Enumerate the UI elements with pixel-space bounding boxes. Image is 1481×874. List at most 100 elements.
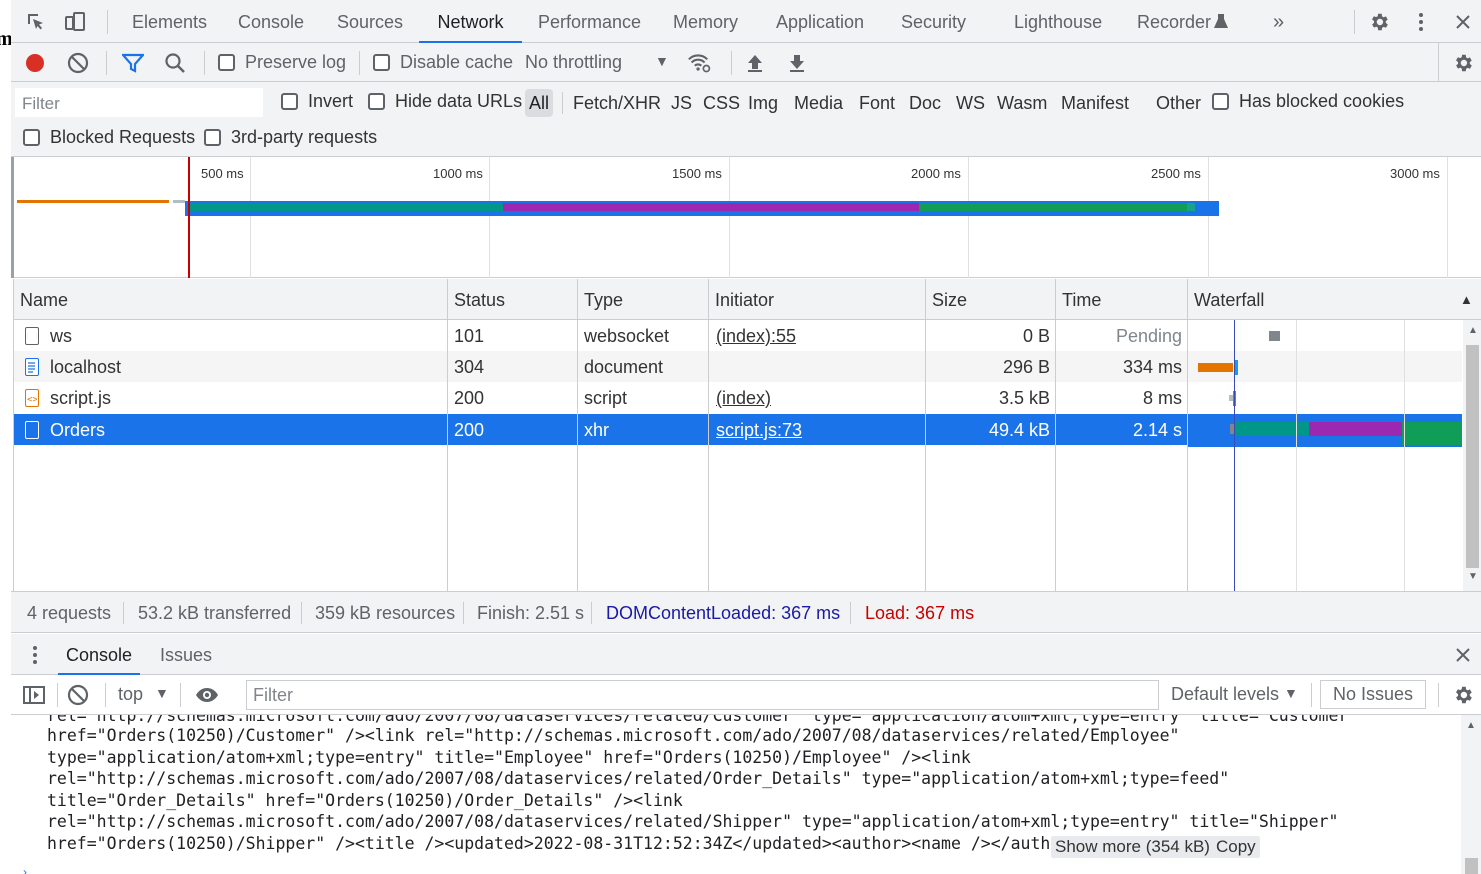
console-filter-input[interactable]: Filter (246, 680, 1159, 710)
console-output[interactable]: rel="http://schemas.microsoft.com/ado/20… (11, 715, 1481, 874)
console-settings-gear-icon[interactable] (1451, 683, 1475, 707)
tab-console[interactable]: Console (238, 0, 304, 43)
network-request-table: Name Status Type Initiator Size Time Wat… (13, 279, 1481, 591)
type-filter-doc[interactable]: Doc (909, 89, 941, 117)
console-scrollbar-thumb[interactable] (1465, 858, 1478, 874)
type-filter-manifest[interactable]: Manifest (1061, 89, 1129, 117)
hide-data-urls-checkbox[interactable] (368, 93, 385, 110)
drawer-tab-console[interactable]: Console (58, 634, 140, 675)
column-header-type[interactable]: Type (578, 279, 623, 320)
type-filter-fetch-xhr[interactable]: Fetch/XHR (573, 89, 661, 117)
network-settings-gear-icon[interactable] (1451, 51, 1475, 75)
invert-checkbox[interactable] (281, 93, 298, 110)
inspect-element-icon[interactable] (24, 10, 48, 34)
blocked-requests-checkbox[interactable] (23, 129, 40, 146)
table-row[interactable]: localhost 304 document 296 B 334 ms (14, 351, 1462, 382)
column-header-waterfall[interactable]: Waterfall (1188, 279, 1264, 320)
type-filter-css[interactable]: CSS (703, 89, 740, 117)
tab-network[interactable]: Network (419, 0, 522, 43)
tab-memory[interactable]: Memory (673, 0, 738, 43)
summary-resources: 359 kB resources (315, 603, 456, 623)
scroll-down-icon[interactable]: ▼ (1468, 571, 1478, 582)
overview-gridline (489, 157, 490, 278)
log-levels-select[interactable]: Default levels (1171, 684, 1279, 705)
type-filter-font[interactable]: Font (859, 89, 895, 117)
table-row-selected[interactable]: Orders 200 xhr script.js:73 49.4 kB 2.14… (14, 414, 1188, 445)
has-blocked-cookies-checkbox[interactable] (1212, 93, 1229, 110)
column-header-time[interactable]: Time (1056, 279, 1101, 320)
third-party-requests-checkbox[interactable] (204, 129, 221, 146)
clear-console-icon[interactable] (66, 683, 90, 707)
type-filter-img[interactable]: Img (748, 89, 778, 117)
type-filter-wasm[interactable]: Wasm (997, 89, 1047, 117)
sidebar-toggle-icon[interactable] (22, 683, 46, 707)
column-header-name[interactable]: Name (14, 279, 68, 320)
levels-dropdown-icon: ▼ (1284, 685, 1298, 701)
timeline-overview[interactable]: 500 ms 1000 ms 1500 ms 2000 ms 2500 ms 3… (11, 157, 1481, 278)
drawer-tab-issues[interactable]: Issues (160, 634, 212, 675)
console-log-line: rel="http://schemas.microsoft.com/ado/20… (47, 769, 1230, 788)
row-initiator-link[interactable]: (index) (710, 382, 771, 413)
script-icon: <> (25, 389, 39, 407)
network-conditions-icon[interactable] (687, 51, 711, 75)
filter-funnel-icon[interactable] (121, 51, 145, 75)
copy-button[interactable]: Copy (1212, 836, 1260, 858)
scroll-up-icon[interactable]: ▲ (1468, 325, 1478, 336)
overview-gridline (250, 157, 251, 278)
context-selector[interactable]: top (118, 684, 143, 705)
column-header-status[interactable]: Status (448, 279, 505, 320)
tab-elements[interactable]: Elements (132, 0, 207, 43)
throttling-select[interactable]: No throttling (525, 52, 622, 73)
tab-recorder[interactable]: Recorder (1137, 0, 1211, 43)
disable-cache-checkbox[interactable] (373, 54, 390, 71)
row-initiator-link[interactable]: script.js:73 (710, 414, 802, 445)
table-scrollbar[interactable]: ▲ ▼ (1463, 320, 1481, 591)
console-scrollbar[interactable]: ▲ (1461, 715, 1481, 874)
invert-label: Invert (308, 91, 354, 111)
issues-counter-button[interactable]: No Issues (1320, 680, 1427, 709)
clear-icon[interactable] (66, 51, 90, 75)
waterfall-bar (1198, 363, 1233, 372)
type-filter-ws[interactable]: WS (956, 89, 985, 117)
tab-security[interactable]: Security (901, 0, 966, 43)
device-toolbar-icon[interactable] (63, 10, 87, 34)
type-filter-js[interactable]: JS (671, 89, 692, 117)
column-header-initiator[interactable]: Initiator (709, 279, 774, 320)
type-filter-media[interactable]: Media (794, 89, 843, 117)
waterfall-bar-waiting (1234, 422, 1309, 436)
export-har-icon[interactable] (785, 51, 809, 75)
column-divider (925, 279, 926, 591)
row-status: 304 (454, 357, 485, 377)
scrollbar-thumb[interactable] (1466, 345, 1479, 568)
import-har-icon[interactable] (743, 51, 767, 75)
record-button[interactable] (23, 51, 47, 75)
filter-input[interactable]: Filter (15, 88, 263, 117)
toolbar-separator (731, 51, 732, 75)
column-header-size[interactable]: Size (926, 279, 967, 320)
row-initiator-link[interactable] (710, 351, 716, 382)
more-options-icon[interactable] (1409, 10, 1433, 34)
table-row[interactable]: <> script.js 200 script (index) 3.5 kB 8… (14, 382, 1462, 413)
search-icon[interactable] (163, 51, 187, 75)
type-filter-other[interactable]: Other (1156, 89, 1201, 117)
more-tabs-button[interactable]: » (1273, 0, 1284, 43)
tab-performance[interactable]: Performance (538, 0, 641, 43)
console-log-line: title="Order_Details" href="Orders(10250… (47, 791, 683, 810)
row-initiator-link[interactable]: (index):55 (710, 320, 796, 351)
table-row[interactable]: ws 101 websocket (index):55 0 B Pending (14, 320, 1462, 351)
type-filter-all[interactable]: All (525, 89, 554, 117)
live-expression-eye-icon[interactable] (195, 683, 219, 707)
settings-gear-icon[interactable] (1367, 10, 1391, 34)
tab-application[interactable]: Application (776, 0, 864, 43)
close-drawer-icon[interactable] (1451, 643, 1475, 667)
close-icon[interactable] (1451, 10, 1475, 34)
preserve-log-checkbox[interactable] (218, 54, 235, 71)
summary-load: Load: 367 ms (865, 603, 975, 623)
console-toolbar: top ▼ Filter Default levels ▼ No Issues (11, 675, 1481, 715)
row-type: script (584, 388, 628, 408)
tab-lighthouse[interactable]: Lighthouse (1014, 0, 1102, 43)
scroll-up-icon[interactable]: ▲ (1466, 720, 1476, 731)
show-more-button[interactable]: Show more (354 kB) (1051, 836, 1214, 858)
tab-sources[interactable]: Sources (337, 0, 403, 43)
drawer-menu-icon[interactable] (23, 643, 47, 667)
